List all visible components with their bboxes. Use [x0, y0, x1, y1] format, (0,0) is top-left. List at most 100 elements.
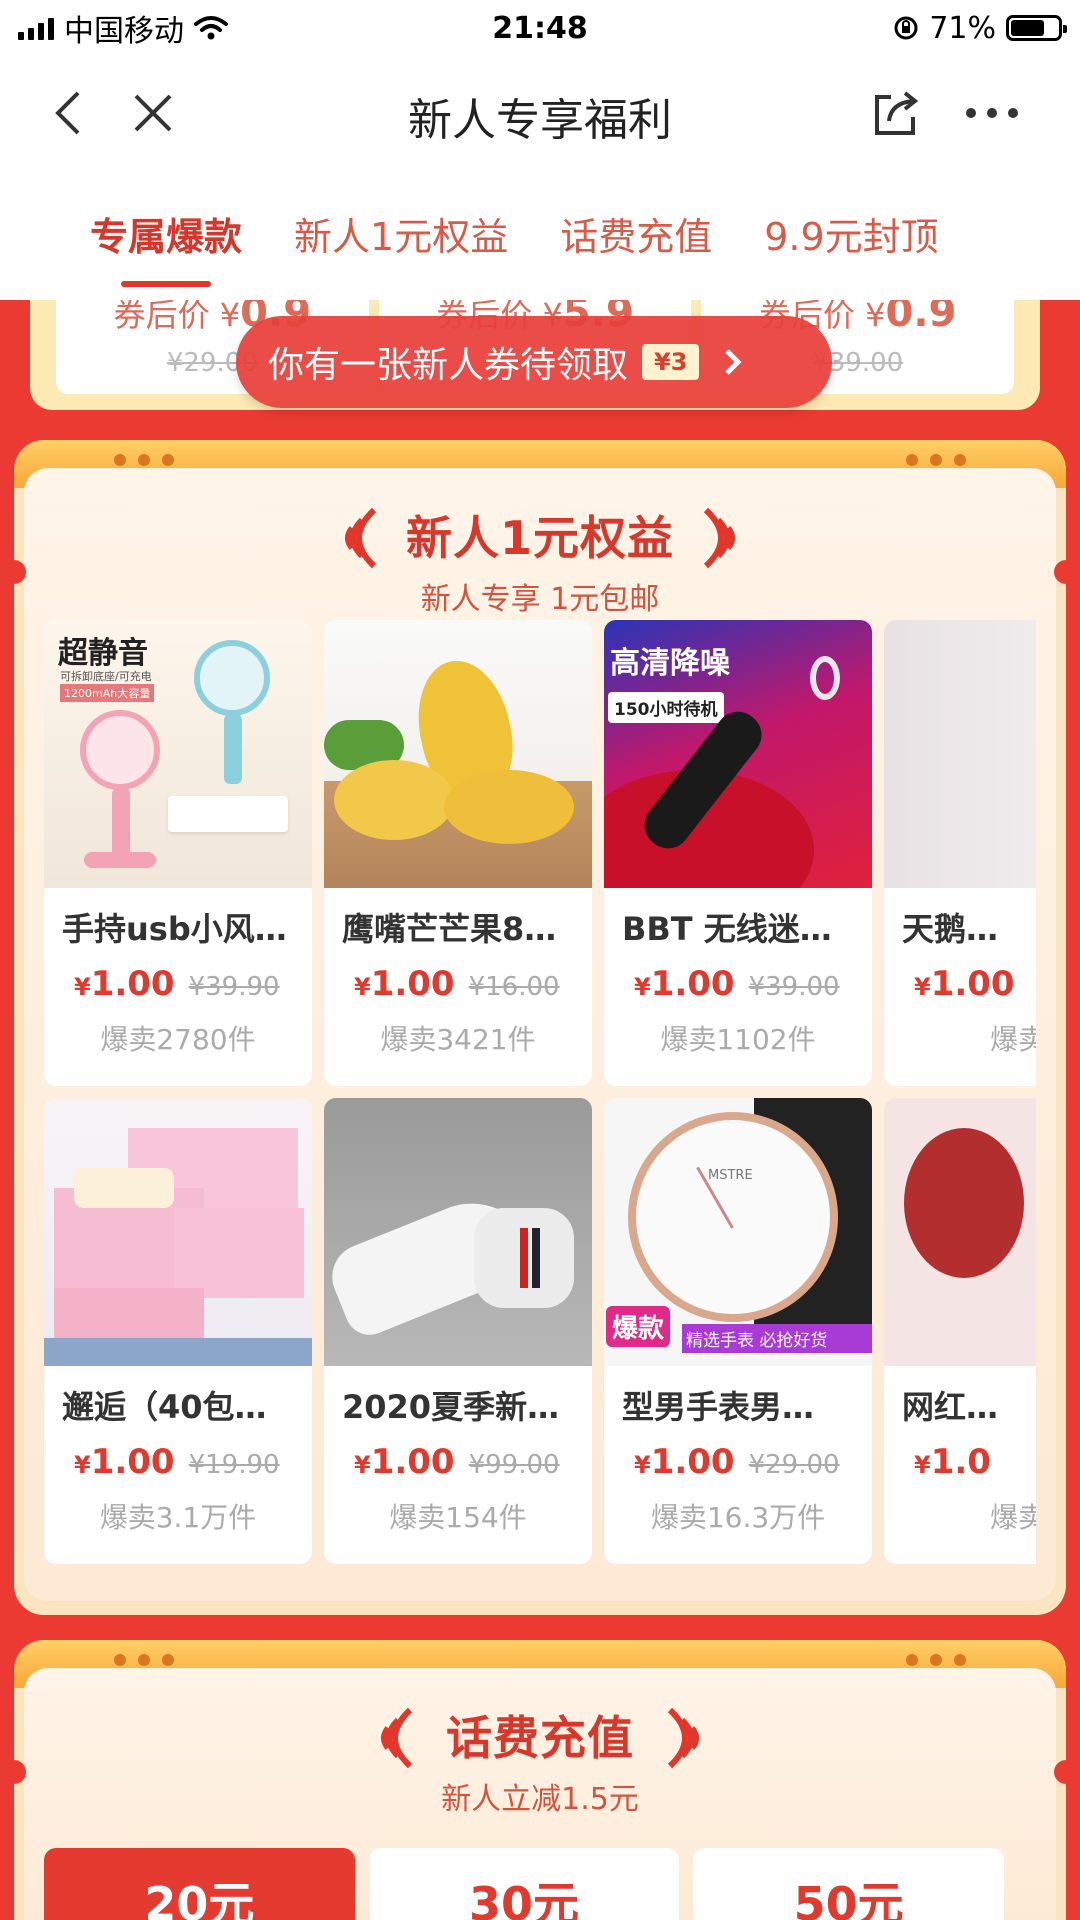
tab-phone-recharge[interactable]: 话费充值 [560, 166, 712, 261]
section-header: 话费充值 新人立减1.5元 [14, 1702, 1066, 1818]
product-card-necklace[interactable]: 天鹅… ¥1.00 爆卖 [884, 620, 1036, 1086]
product-name: 鹰嘴芒芒果8… [342, 910, 557, 948]
currency: ¥ [914, 973, 931, 1001]
recharge-amount: 50元 [793, 1877, 904, 1920]
share-icon [875, 91, 919, 135]
original-price: ¥99.00 [468, 1450, 560, 1480]
sound-wave-right-icon [667, 1707, 699, 1769]
sold-count: 爆卖3.1万件 [99, 1501, 257, 1534]
share-button[interactable] [860, 78, 930, 148]
tab-exclusive-hot[interactable]: 专属爆款 [90, 166, 243, 287]
coupon-badge: ¥3 [642, 344, 700, 380]
sound-wave-left-icon [345, 507, 377, 569]
product-card-earphone[interactable]: 高清降噪 150小时待机 BBT 无线迷… ¥1.00 ¥39.00 爆卖1102… [604, 620, 872, 1086]
original-price: ¥39.00 [748, 972, 840, 1002]
section-subtitle: 新人专享 1元包邮 [420, 582, 660, 617]
sold-count: 爆卖1102件 [660, 1023, 816, 1056]
product-price: 1.00 [650, 1442, 735, 1482]
product-name: 型男手表男… [622, 1388, 815, 1426]
recharge-option-30[interactable]: 30元 [368, 1848, 680, 1920]
tab-label: 新人1元权益 [294, 215, 509, 259]
currency: ¥ [74, 1451, 91, 1479]
sold-count: 爆卖3421件 [380, 1023, 536, 1056]
tab-label: 话费充值 [560, 215, 713, 259]
rotation-lock-icon [894, 16, 918, 40]
product-image: MSTRE 爆款 精选手表 必抢好货 [604, 1098, 872, 1366]
content-area[interactable]: 券后价 ¥0.9 ¥29.00 券后价 ¥5.9 券后价 ¥0.9 ¥39.00… [0, 300, 1080, 1920]
battery-percent: 71% [929, 10, 996, 46]
currency: ¥ [914, 1451, 931, 1479]
active-tab-indicator [121, 281, 211, 287]
product-image [884, 1098, 1036, 1366]
coupon-toast[interactable]: 你有一张新人券待领取 ¥3 [236, 316, 832, 408]
sold-count: 爆卖 [989, 1023, 1036, 1056]
product-card-lipstick[interactable]: 网红… ¥1.0 爆卖 [884, 1098, 1036, 1564]
product-grid: 超静音 可拆卸底座/可充电 1200mAh大容量 手持usb小风… ¥1.00 ¥… [44, 620, 1036, 1576]
sold-count: 爆卖154件 [389, 1501, 527, 1534]
recharge-amount: 20元 [144, 1877, 255, 1920]
price-label: 券后价 ¥ [113, 300, 241, 334]
product-image [44, 1098, 312, 1366]
image-caption: 可拆卸底座/可充电 [60, 670, 152, 683]
battery-icon [1006, 15, 1067, 41]
product-name: 2020夏季新… [342, 1388, 560, 1426]
image-headline: 高清降噪 [610, 646, 730, 681]
toast-text: 你有一张新人券待领取 [268, 345, 629, 386]
original-price: ¥16.00 [468, 972, 560, 1002]
currency: ¥ [74, 973, 91, 1001]
product-price: 1.00 [90, 1442, 175, 1482]
original-price: ¥29.00 [748, 1450, 840, 1480]
product-card-watch[interactable]: MSTRE 爆款 精选手表 必抢好货 型男手表男… ¥1.00 ¥29.00 爆卖… [604, 1098, 872, 1564]
currency: ¥ [634, 1451, 651, 1479]
product-price: 1.00 [370, 964, 455, 1004]
product-name: 天鹅… [902, 910, 999, 948]
recharge-options: 20元 30元 50元 [44, 1848, 1005, 1920]
product-price: 1.00 [650, 964, 735, 1004]
product-name: 网红… [902, 1388, 999, 1426]
product-name: 邂逅（40包… [62, 1388, 267, 1426]
tab-label: 专属爆款 [90, 215, 243, 259]
product-row: 邂逅（40包… ¥1.00 ¥19.90 爆卖3.1万件 2020夏季新… ¥1.… [44, 1098, 1036, 1564]
product-name: 手持usb小风… [62, 910, 287, 948]
tab-bar: 专属爆款 新人1元权益 话费充值 9.9元封顶 [0, 166, 1080, 300]
tab-9-9-cap[interactable]: 9.9元封顶 [764, 166, 938, 261]
carrier-label: 中国移动 [64, 14, 184, 49]
sold-count: 爆卖2780件 [100, 1023, 256, 1056]
sold-count: 爆卖 [989, 1501, 1036, 1534]
currency: ¥ [354, 1451, 371, 1479]
tab-new-user-1yuan[interactable]: 新人1元权益 [294, 166, 508, 261]
image-banner: 精选手表 必抢好货 [682, 1324, 872, 1353]
product-price: 1.00 [930, 964, 1015, 1004]
price: 0.9 [885, 300, 957, 336]
recharge-option-20[interactable]: 20元 [44, 1848, 355, 1920]
image-tag: 150小时待机 [608, 692, 724, 723]
section-title: 新人1元权益 [405, 511, 674, 565]
product-row: 超静音 可拆卸底座/可充电 1200mAh大容量 手持usb小风… ¥1.00 ¥… [44, 620, 1036, 1086]
product-card-mango[interactable]: 鹰嘴芒芒果8… ¥1.00 ¥16.00 爆卖3421件 [324, 620, 592, 1086]
product-image [324, 1098, 592, 1366]
product-price: 1.0 [930, 1442, 991, 1482]
signal-icon [18, 16, 54, 40]
sound-wave-right-icon [703, 507, 735, 569]
sound-wave-left-icon [381, 1707, 413, 1769]
product-image [324, 620, 592, 888]
product-card-tissue[interactable]: 邂逅（40包… ¥1.00 ¥19.90 爆卖3.1万件 [44, 1098, 312, 1564]
hot-badge: 爆款 [606, 1306, 671, 1347]
currency: ¥ [354, 973, 371, 1001]
more-icon [966, 108, 1018, 118]
recharge-option-50[interactable]: 50元 [693, 1848, 1005, 1920]
product-card-fan[interactable]: 超静音 可拆卸底座/可充电 1200mAh大容量 手持usb小风… ¥1.00 ¥… [44, 620, 312, 1086]
sold-count: 爆卖16.3万件 [650, 1501, 826, 1534]
recharge-amount: 30元 [469, 1877, 580, 1920]
section-header: 新人1元权益 新人专享 1元包邮 [14, 502, 1066, 618]
image-tag: 1200mAh大容量 [60, 684, 155, 702]
product-price: 1.00 [370, 1442, 455, 1482]
nav-bar: 新人专享福利 [0, 56, 1080, 166]
more-button[interactable] [952, 78, 1032, 148]
product-card-shoes[interactable]: 2020夏季新… ¥1.00 ¥99.00 爆卖154件 [324, 1098, 592, 1564]
product-price: 1.00 [90, 964, 175, 1004]
status-bar: 中国移动 21:48 71% [0, 0, 1080, 56]
image-headline: 超静音 [58, 636, 148, 671]
chevron-right-icon [725, 349, 742, 375]
product-image [884, 620, 1036, 888]
